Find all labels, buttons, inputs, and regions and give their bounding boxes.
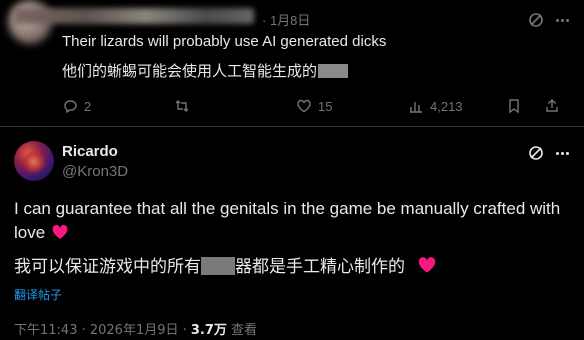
translate-post-link[interactable]: 翻译帖子	[14, 286, 62, 303]
share-icon[interactable]	[544, 98, 560, 114]
censor-block	[201, 257, 235, 275]
author-name[interactable]: Ricardo	[62, 143, 118, 160]
tweet-text-zh: 我可以保证游戏中的所有 器都是手工精心制作的	[14, 252, 438, 277]
tweet-text-zh-before: 我可以保证游戏中的所有	[14, 257, 201, 277]
author-handle[interactable]: @Kron3D	[62, 163, 128, 180]
more-options-icon[interactable]	[556, 17, 574, 23]
heart-outline-icon	[297, 99, 311, 113]
tweet-timestamp[interactable]: 下午11:43 · 2026年1月9日 ·	[14, 323, 191, 338]
retweet-button[interactable]	[174, 98, 196, 114]
reply-text-zh: 他们的蜥蜴可能会使用人工智能生成的	[62, 60, 349, 81]
bookmark-icon[interactable]	[506, 98, 522, 114]
reply-date[interactable]: · 1月8日	[262, 10, 310, 29]
views-icon	[410, 102, 422, 113]
reply-button[interactable]: 2	[62, 98, 91, 114]
tweet-meta: 下午11:43 · 2026年1月9日 · 3.7万 查看	[14, 319, 257, 338]
tweet-text-en: I can guarantee that all the genitals in…	[14, 197, 582, 245]
reply-count: 2	[84, 98, 92, 114]
retweet-icon	[175, 100, 189, 112]
reply-text-en: Their lizards will probably use AI gener…	[62, 33, 387, 50]
heart-emoji-icon	[52, 224, 68, 239]
more-options-icon[interactable]	[556, 150, 574, 156]
reply-tweet[interactable]: · 1月8日 Their lizards will probably use A…	[0, 0, 584, 128]
like-count: 15	[318, 98, 333, 114]
view-count: 4,213	[430, 98, 463, 114]
main-tweet: Ricardo @Kron3D I can guarantee that all…	[0, 127, 584, 340]
reply-author-blurred	[14, 8, 254, 24]
heart-emoji-icon	[419, 257, 436, 273]
reply-actions: 2 15 4,213	[62, 98, 582, 118]
reply-icon	[64, 100, 77, 114]
tweet-text-zh-after: 器都是手工精心制作的	[235, 257, 405, 277]
censor-block	[318, 64, 349, 78]
grok-icon[interactable]	[528, 12, 544, 28]
views-button[interactable]: 4,213	[408, 98, 463, 114]
author-avatar[interactable]	[14, 141, 54, 181]
grok-icon[interactable]	[528, 145, 544, 161]
tweet-views-count: 3.7万	[190, 323, 227, 338]
reply-text-zh-content: 他们的蜥蜴可能会使用人工智能生成的	[62, 62, 318, 80]
tweet-views-label: 查看	[226, 323, 258, 338]
like-button[interactable]: 15	[296, 98, 332, 114]
tweet-text-en-content: I can guarantee that all the genitals in…	[14, 199, 561, 242]
